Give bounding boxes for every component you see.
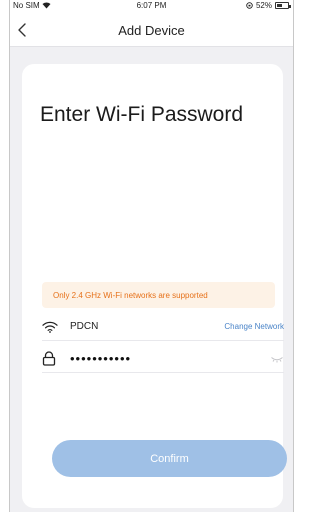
warning-text: Only 2.4 GHz Wi-Fi networks are supporte…: [53, 290, 208, 300]
battery-fill: [277, 4, 283, 7]
network-row: PDCN Change Network: [42, 313, 284, 341]
orientation-lock-icon: [246, 2, 253, 9]
wifi-heading: Enter Wi-Fi Password: [40, 103, 244, 126]
wifi-icon: [42, 319, 62, 335]
network-name: PDCN: [70, 321, 99, 332]
nav-bar: Add Device: [10, 13, 293, 47]
confirm-button[interactable]: Confirm: [52, 440, 287, 477]
lock-icon: [42, 351, 62, 367]
status-bar: No SIM 6:07 PM 52%: [10, 0, 293, 13]
app-screen: No SIM 6:07 PM 52% Add Device Enter Wi-F…: [9, 0, 294, 512]
battery-icon: [275, 2, 291, 9]
eye-closed-icon[interactable]: [270, 354, 284, 364]
change-network-link[interactable]: Change Network: [224, 322, 284, 331]
password-row[interactable]: •••••••••••: [42, 345, 284, 373]
page-title: Add Device: [118, 23, 185, 38]
confirm-label: Confirm: [150, 452, 189, 465]
wifi-card: Enter Wi-Fi Password Only 2.4 GHz Wi-Fi …: [22, 64, 287, 508]
password-input[interactable]: •••••••••••: [70, 351, 131, 366]
battery-percent: 52%: [255, 1, 272, 10]
frequency-warning: Only 2.4 GHz Wi-Fi networks are supporte…: [42, 282, 275, 308]
battery-status: 52%: [246, 1, 291, 10]
